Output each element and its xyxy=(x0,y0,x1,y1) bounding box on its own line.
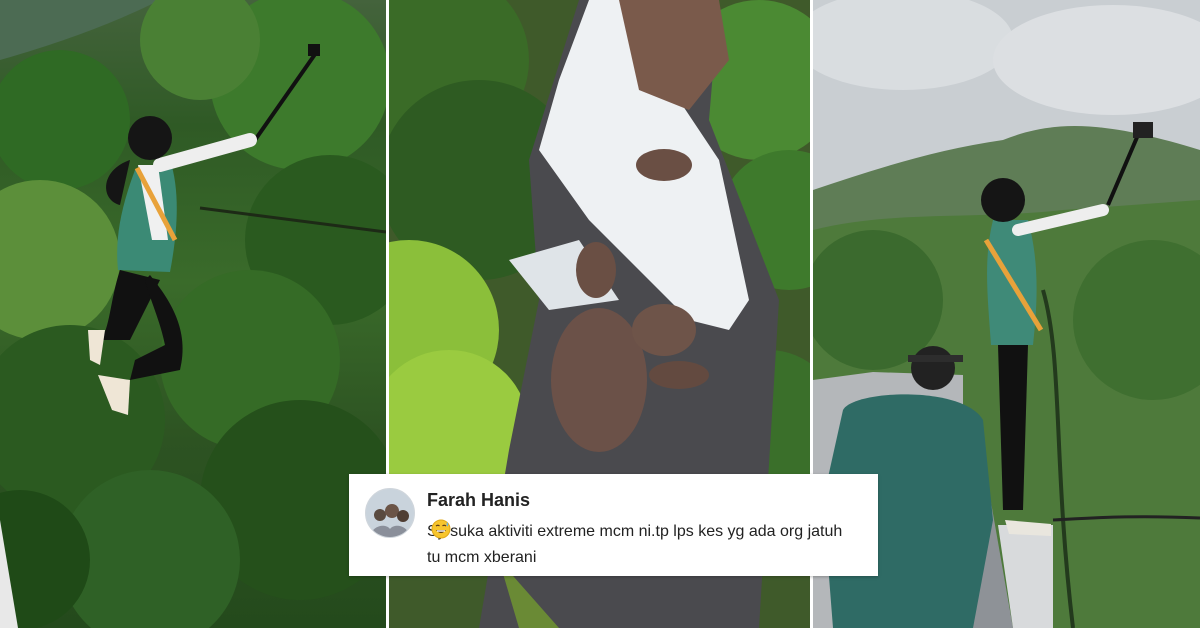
comment-text-body: Sy suka aktiviti extreme mcm ni.tp lps k… xyxy=(427,523,843,566)
comment-text: Sy suka aktiviti extreme mcm ni.tp lps k… xyxy=(427,519,857,571)
photo-panel-jumper xyxy=(0,0,386,628)
grinning-sweat-emoji-icon xyxy=(431,519,451,539)
comment-card: Farah Hanis Sy suka aktiviti extreme mcm… xyxy=(349,474,878,576)
jumper-scene xyxy=(0,0,386,628)
commenter-avatar[interactable] xyxy=(365,488,415,538)
commenter-name[interactable]: Farah Hanis xyxy=(427,490,530,511)
avatar-photo xyxy=(366,489,414,537)
